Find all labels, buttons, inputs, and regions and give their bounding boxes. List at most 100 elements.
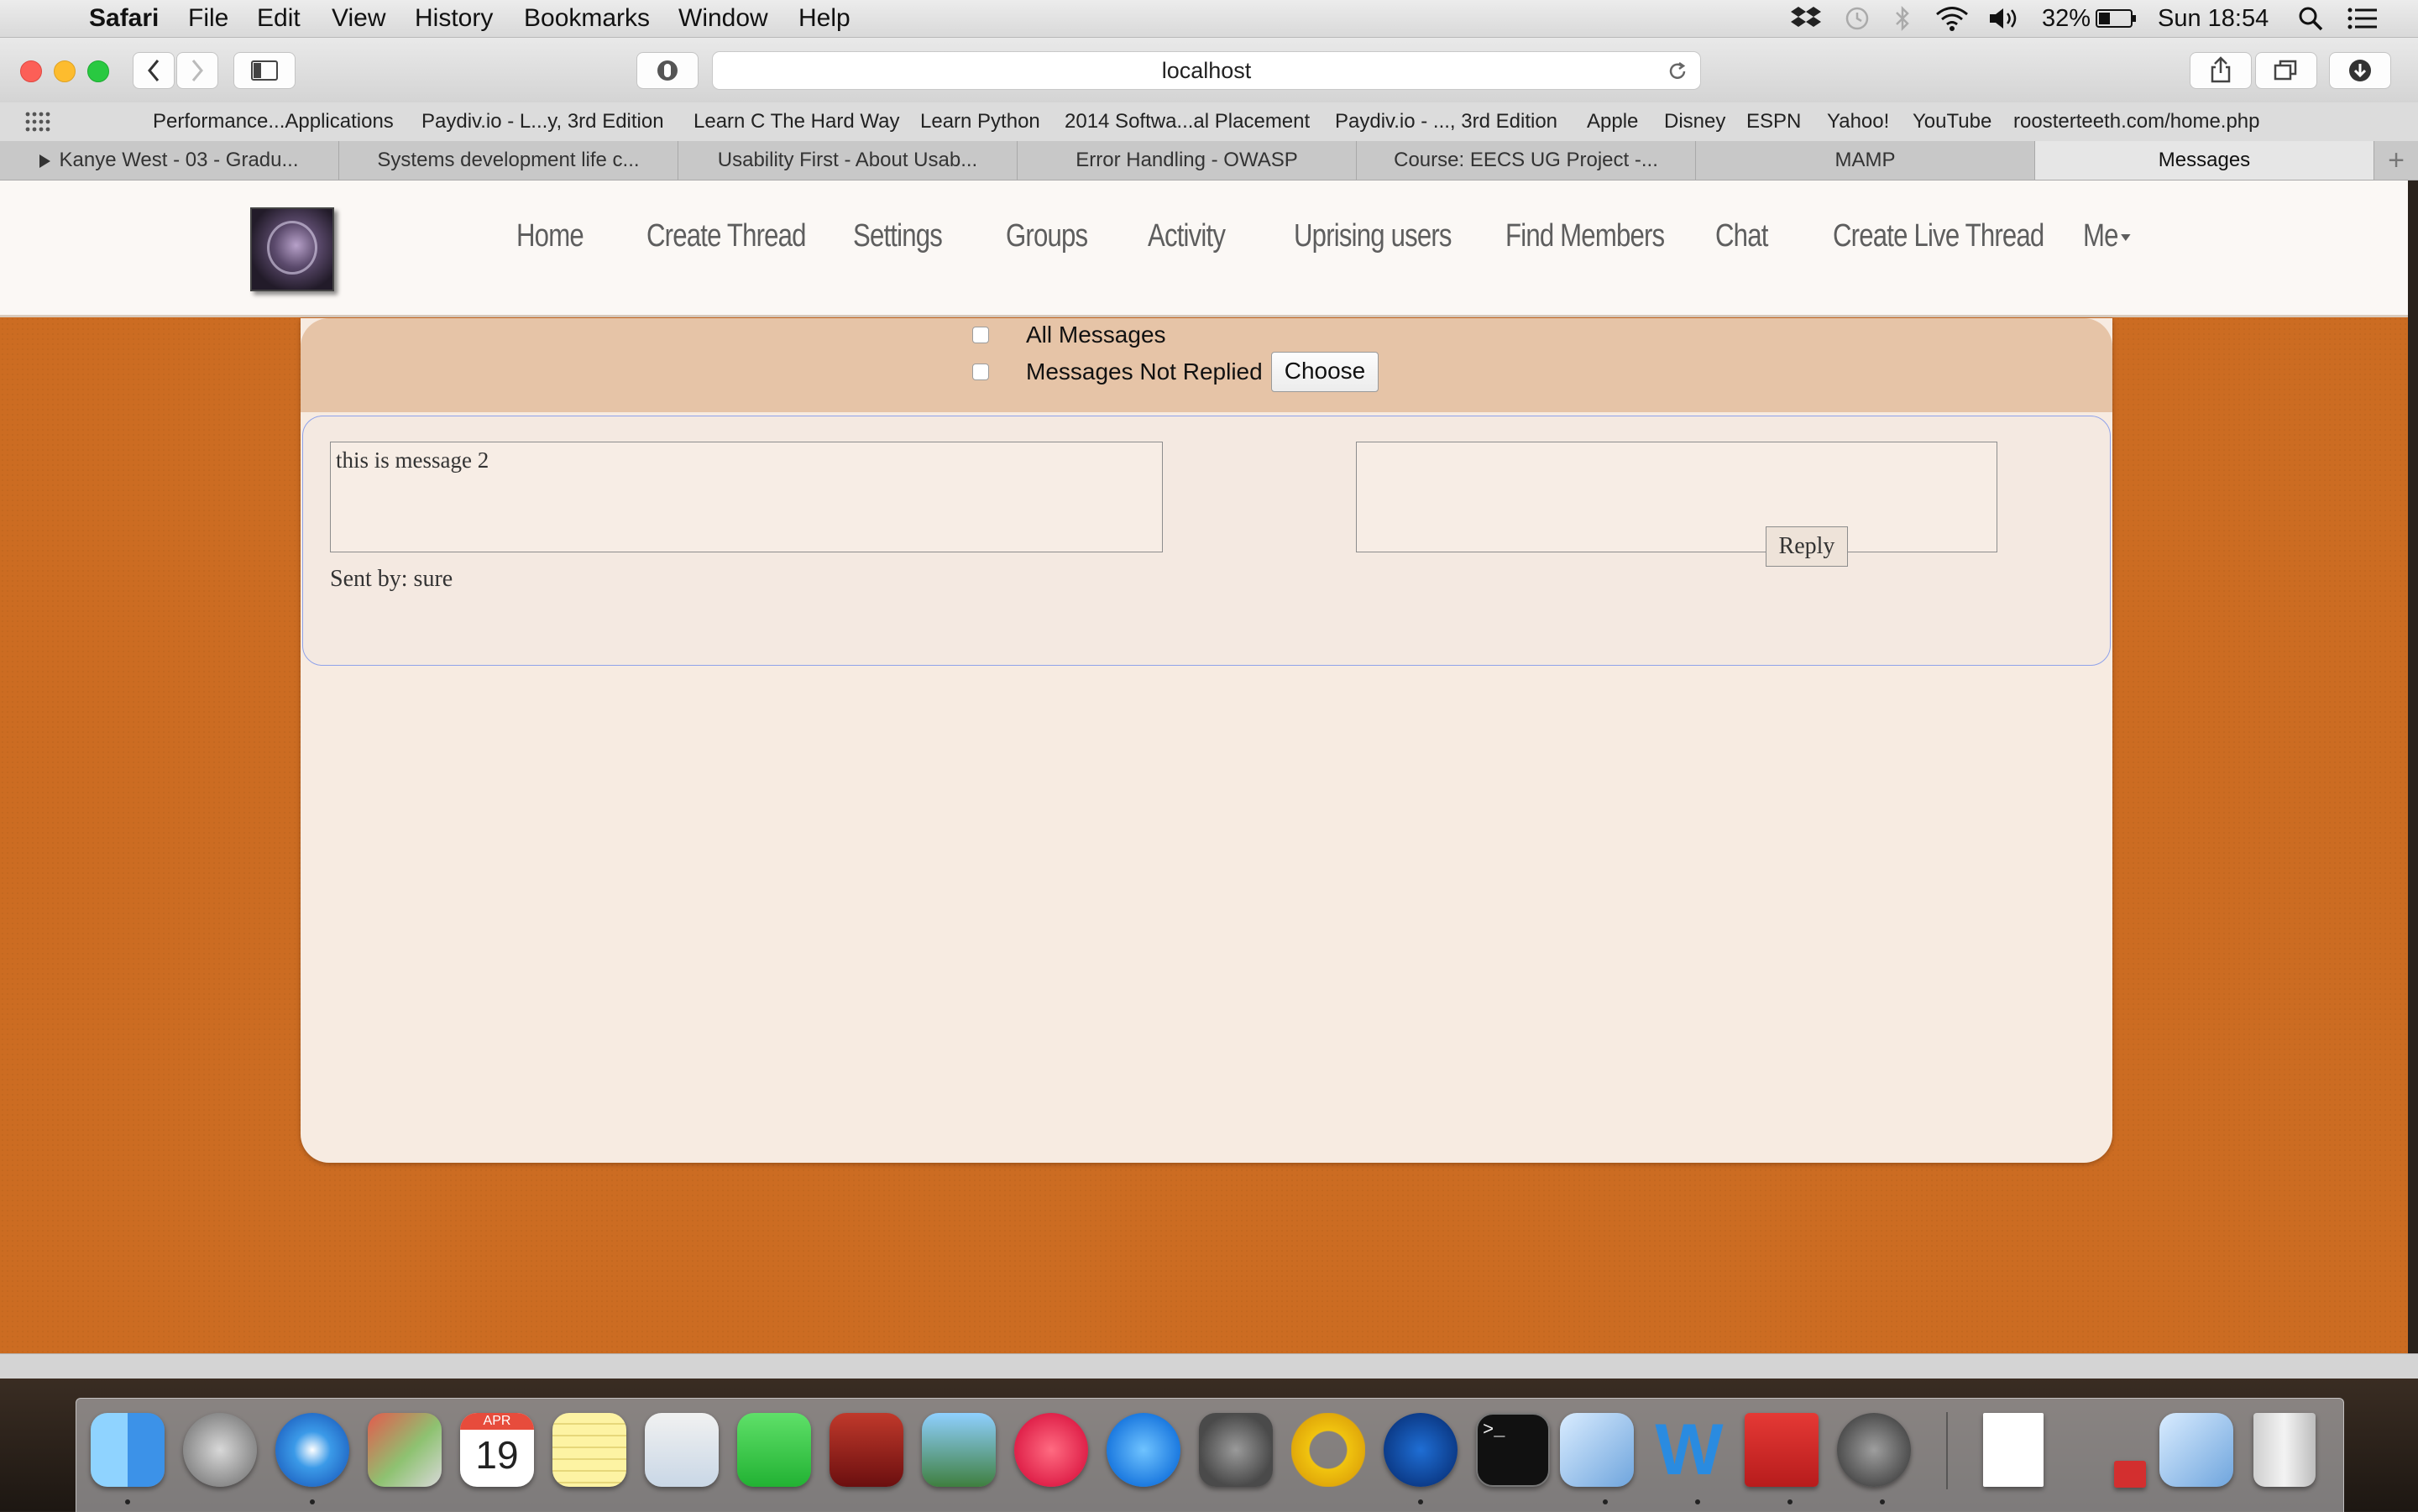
- favorite-link[interactable]: Paydiv.io - ..., 3rd Edition: [1335, 102, 1557, 141]
- tab[interactable]: Systems development life c...: [339, 141, 678, 180]
- facetime-icon[interactable]: [737, 1413, 811, 1487]
- nav-groups[interactable]: Groups: [1006, 211, 1088, 261]
- choose-button[interactable]: Choose: [1271, 352, 1379, 392]
- show-tabs-button[interactable]: [2255, 52, 2317, 89]
- menu-view[interactable]: View: [332, 0, 385, 37]
- safari-icon[interactable]: [275, 1413, 349, 1487]
- share-icon: [2211, 56, 2231, 83]
- terminal-icon[interactable]: >_: [1476, 1413, 1550, 1487]
- favorite-link[interactable]: Learn Python: [920, 102, 1040, 141]
- share-button[interactable]: [2190, 52, 2252, 89]
- site-logo[interactable]: [250, 207, 334, 291]
- nav-uprising-users[interactable]: Uprising users: [1294, 211, 1452, 261]
- nav-home[interactable]: Home: [516, 211, 584, 261]
- nav-create-thread[interactable]: Create Thread: [646, 211, 807, 261]
- spotlight-search-icon[interactable]: [2297, 5, 2324, 32]
- opera-icon[interactable]: [1291, 1413, 1365, 1487]
- document-icon[interactable]: [1983, 1413, 2044, 1487]
- close-window-button[interactable]: [20, 60, 42, 82]
- calendar-month: APR: [460, 1413, 534, 1430]
- favorite-link[interactable]: Paydiv.io - L...y, 3rd Edition: [421, 102, 664, 141]
- all-messages-checkbox[interactable]: [972, 327, 989, 343]
- virtualbox-doc-icon[interactable]: [2159, 1413, 2233, 1487]
- photobooth-icon[interactable]: [830, 1413, 903, 1487]
- sidebar-toggle-button[interactable]: [233, 52, 296, 89]
- menu-edit[interactable]: Edit: [257, 0, 301, 37]
- tab-title: MAMP: [1834, 149, 1896, 171]
- zoom-window-button[interactable]: [87, 60, 109, 82]
- virtualbox-icon[interactable]: [1560, 1413, 1634, 1487]
- battery-icon[interactable]: [2096, 8, 2138, 29]
- reload-icon[interactable]: [1667, 60, 1688, 82]
- favorite-link[interactable]: 2014 Softwa...al Placement: [1065, 102, 1310, 141]
- not-replied-checkbox[interactable]: [972, 364, 989, 380]
- menu-app-safari[interactable]: Safari: [89, 0, 159, 37]
- favorite-link[interactable]: ESPN: [1746, 102, 1801, 141]
- forward-button[interactable]: [176, 52, 218, 89]
- app-store-icon[interactable]: [1107, 1413, 1180, 1487]
- wifi-icon[interactable]: [1935, 5, 1969, 32]
- favorite-link[interactable]: Learn C The Hard Way: [693, 102, 899, 141]
- dropbox-icon[interactable]: [1791, 5, 1821, 32]
- menu-window[interactable]: Window: [678, 0, 768, 37]
- tab-title: Systems development life c...: [377, 149, 640, 171]
- wireshark-icon[interactable]: [1384, 1413, 1458, 1487]
- time-machine-icon[interactable]: [1842, 5, 1871, 32]
- system-preferences-icon[interactable]: [1199, 1413, 1273, 1487]
- pdf-file-icon[interactable]: [2114, 1461, 2146, 1488]
- tab-active[interactable]: Messages: [2035, 141, 2374, 180]
- notes-icon[interactable]: [552, 1413, 626, 1487]
- nav-chat[interactable]: Chat: [1715, 211, 1768, 261]
- address-bar[interactable]: localhost: [712, 51, 1701, 90]
- nav-find-members[interactable]: Find Members: [1505, 211, 1665, 261]
- calendar-icon[interactable]: APR 19: [460, 1413, 534, 1487]
- battery-percent: 32%: [2042, 5, 2091, 32]
- favorite-link[interactable]: Performance...Applications: [153, 102, 394, 141]
- favorite-link[interactable]: Yahoo!: [1827, 102, 1889, 141]
- itunes-icon[interactable]: [1014, 1413, 1088, 1487]
- preview-icon[interactable]: [368, 1413, 442, 1487]
- reply-text-area[interactable]: [1356, 442, 1997, 552]
- iphoto-icon[interactable]: [922, 1413, 996, 1487]
- menu-bookmarks[interactable]: Bookmarks: [524, 0, 650, 37]
- tab[interactable]: Error Handling - OWASP: [1018, 141, 1357, 180]
- menu-file[interactable]: File: [188, 0, 228, 37]
- notification-center-icon[interactable]: [2347, 7, 2378, 30]
- horizontal-scrollbar[interactable]: [0, 1353, 2418, 1379]
- reply-button[interactable]: Reply: [1766, 526, 1848, 567]
- finder-icon[interactable]: [91, 1413, 165, 1487]
- tab-title: Course: EECS UG Project -...: [1394, 149, 1658, 171]
- volume-icon[interactable]: [1988, 5, 2020, 32]
- bluetooth-icon[interactable]: [1893, 5, 1912, 32]
- back-button[interactable]: [133, 52, 175, 89]
- nav-settings[interactable]: Settings: [853, 211, 943, 261]
- nav-me-dropdown[interactable]: Me: [2083, 211, 2131, 261]
- favorite-link[interactable]: YouTube: [1913, 102, 1991, 141]
- tab[interactable]: Course: EECS UG Project -...: [1357, 141, 1696, 180]
- minimize-window-button[interactable]: [54, 60, 76, 82]
- favorite-link[interactable]: roosterteeth.com/home.php: [2013, 102, 2260, 141]
- favorite-link[interactable]: Apple: [1587, 102, 1638, 141]
- trash-icon[interactable]: [2253, 1413, 2316, 1487]
- word-icon[interactable]: W: [1652, 1413, 1726, 1487]
- tab[interactable]: Usability First - About Usab...: [678, 141, 1018, 180]
- acrobat-icon[interactable]: [1745, 1413, 1819, 1487]
- privacy-extension-button[interactable]: [636, 52, 699, 89]
- menu-history[interactable]: History: [415, 0, 493, 37]
- top-sites-grid-icon[interactable]: [25, 112, 52, 132]
- message-card: this is message 2 Reply Sent by: sure: [302, 416, 2111, 666]
- mamp-icon[interactable]: [1837, 1413, 1911, 1487]
- tab[interactable]: MAMP: [1696, 141, 2035, 180]
- new-tab-button[interactable]: +: [2374, 141, 2418, 180]
- nav-create-live-thread[interactable]: Create Live Thread: [1833, 211, 2044, 261]
- favorite-link[interactable]: Disney: [1664, 102, 1725, 141]
- downloads-button[interactable]: [2329, 52, 2391, 89]
- nav-activity[interactable]: Activity: [1148, 211, 1226, 261]
- menubar-clock[interactable]: Sun 18:54: [2158, 0, 2269, 37]
- tab[interactable]: Kanye West - 03 - Gradu...: [0, 141, 339, 180]
- message-text-area[interactable]: this is message 2: [330, 442, 1163, 552]
- ical-icon[interactable]: [645, 1413, 719, 1487]
- launchpad-icon[interactable]: [183, 1413, 257, 1487]
- menu-help[interactable]: Help: [798, 0, 850, 37]
- nav-me-label: Me: [2083, 218, 2118, 254]
